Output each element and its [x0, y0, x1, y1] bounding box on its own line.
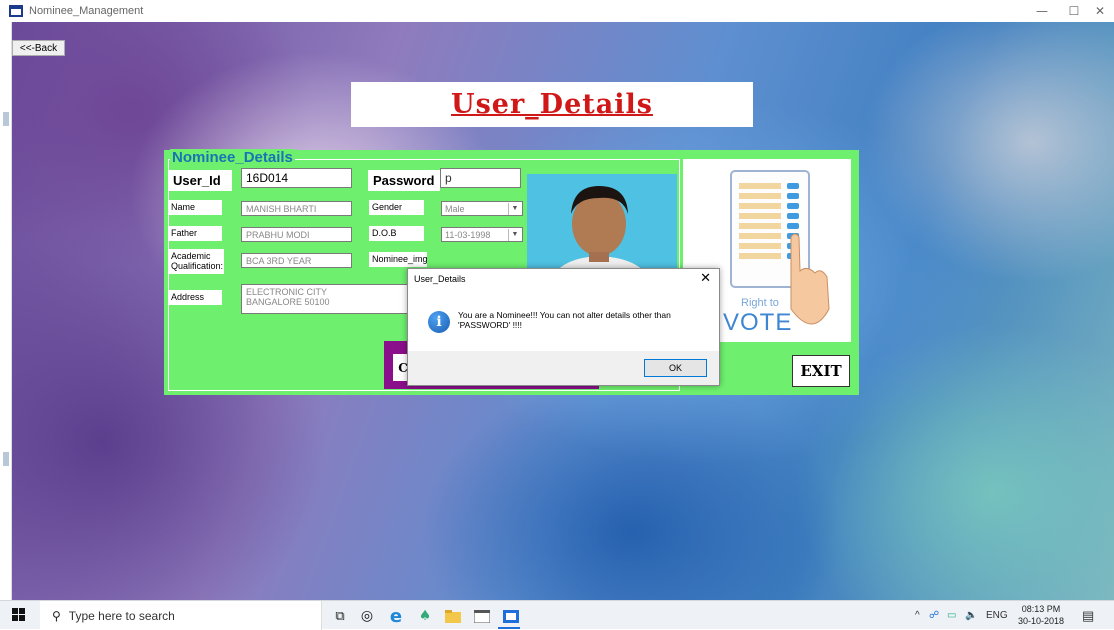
- info-icon: i: [428, 311, 450, 333]
- page-title-banner: User_Details: [351, 82, 753, 127]
- edge-marker: [3, 452, 9, 466]
- address-label: Address: [168, 290, 222, 305]
- chevron-down-icon[interactable]: ▼: [508, 229, 521, 241]
- address-line2: BANGALORE 50100: [246, 297, 330, 307]
- app-icon: [9, 5, 23, 17]
- title-bar: Nominee_Management — ☐ ✕: [0, 0, 1114, 22]
- left-edge-strip: [0, 22, 12, 600]
- clock[interactable]: 08:13 PM 30-10-2018: [1018, 603, 1064, 627]
- clock-date: 30-10-2018: [1018, 616, 1065, 626]
- academic-label-line2: Qualification:: [171, 261, 224, 271]
- page-title: User_Details: [451, 89, 653, 120]
- dialog-message-line1: You are a Nominee!!! You can not alter d…: [458, 310, 671, 320]
- password-field[interactable]: p: [440, 168, 521, 188]
- app-window: Nominee_Management — ☐ ✕ <<-Back User_De…: [0, 0, 1114, 630]
- dialog-title: User_Details: [414, 274, 466, 284]
- action-center-icon[interactable]: ▤: [1082, 601, 1094, 630]
- running-app-icon[interactable]: [501, 606, 521, 626]
- dialog-close-icon[interactable]: ✕: [700, 271, 711, 286]
- address-field[interactable]: ELECTRONIC CITY BANGALORE 50100: [241, 284, 411, 314]
- dob-value: 11-03-1998: [445, 230, 491, 240]
- language-indicator[interactable]: ENG: [986, 601, 1008, 630]
- user-id-field[interactable]: 16D014: [241, 168, 352, 188]
- windows-start-icon[interactable]: [12, 608, 25, 621]
- dob-label: D.O.B: [369, 226, 424, 241]
- dialog-message: You are a Nominee!!! You can not alter d…: [458, 310, 718, 330]
- search-icon: ⚲: [52, 608, 61, 623]
- name-label: Name: [168, 200, 222, 215]
- show-hidden-icons-icon[interactable]: ^: [915, 601, 920, 630]
- nominee-img-label: Nominee_img: [369, 252, 428, 267]
- gender-select[interactable]: Male ▼: [441, 201, 523, 216]
- address-line1: ELECTRONIC CITY: [246, 287, 328, 297]
- gender-label: Gender: [369, 200, 424, 215]
- taskbar: ⚲ Type here to search ⧉ ◎ e ♠ ^ ☍ ▭ 🔈 EN…: [0, 600, 1114, 630]
- dialog-footer: OK: [408, 351, 719, 385]
- task-view-icon[interactable]: ⧉: [330, 606, 350, 626]
- user-id-label: User_Id: [168, 170, 232, 191]
- father-field[interactable]: PRABHU MODI: [241, 227, 352, 242]
- dialog-message-line2: 'PASSWORD' !!!!: [458, 320, 523, 330]
- app-icon-taskbar[interactable]: ♠: [415, 606, 435, 626]
- vote-text-small: Right to: [741, 297, 779, 309]
- cortana-icon[interactable]: ◎: [357, 606, 377, 626]
- vote-text-large: VOTE: [723, 309, 793, 336]
- back-button[interactable]: <<-Back: [12, 40, 65, 56]
- ok-button[interactable]: OK: [644, 359, 707, 377]
- edge-browser-icon[interactable]: e: [386, 606, 406, 627]
- chevron-down-icon[interactable]: ▼: [508, 203, 521, 215]
- battery-icon[interactable]: ▭: [947, 601, 956, 630]
- group-box-title: Nominee_Details: [170, 149, 295, 166]
- terminal-icon[interactable]: [472, 606, 492, 626]
- clock-time: 08:13 PM: [1021, 604, 1061, 614]
- name-field[interactable]: MANISH BHARTI: [241, 201, 352, 216]
- file-explorer-icon[interactable]: [443, 606, 463, 626]
- volume-icon[interactable]: 🔈: [965, 601, 977, 630]
- exit-button[interactable]: EXIT: [792, 355, 850, 387]
- close-button[interactable]: ✕: [1086, 0, 1114, 22]
- father-label: Father: [168, 226, 222, 241]
- edge-marker: [3, 112, 9, 126]
- academic-label: Academic Qualification:: [168, 249, 224, 274]
- message-dialog: User_Details ✕ i You are a Nominee!!! Yo…: [407, 268, 720, 386]
- network-icon[interactable]: ☍: [929, 601, 939, 630]
- academic-field[interactable]: BCA 3RD YEAR: [241, 253, 352, 268]
- gender-value: Male: [445, 204, 465, 214]
- window-title: Nominee_Management: [29, 5, 144, 17]
- password-label: Password: [368, 170, 440, 191]
- dob-picker[interactable]: 11-03-1998 ▼: [441, 227, 523, 242]
- search-placeholder: Type here to search: [68, 608, 175, 623]
- taskbar-search[interactable]: ⚲ Type here to search: [40, 601, 322, 630]
- academic-label-line1: Academic: [171, 251, 211, 261]
